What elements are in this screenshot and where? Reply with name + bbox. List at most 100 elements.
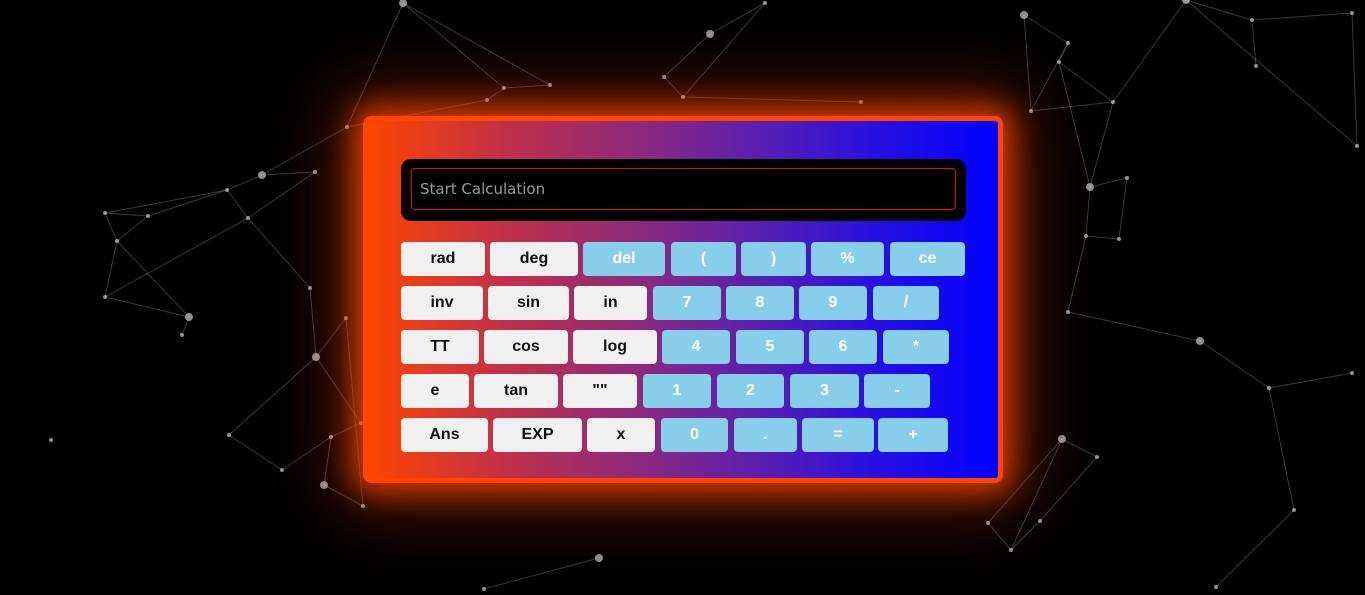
- network-node: [227, 433, 231, 437]
- network-link: [503, 84, 551, 89]
- clear-entry-button[interactable]: ce: [890, 242, 965, 276]
- network-node: [344, 316, 348, 320]
- ln-button[interactable]: in: [574, 286, 647, 320]
- network-link: [346, 2, 404, 128]
- calculator: rad deg del ( ) % ce inv sin in 7 8 9 / …: [363, 116, 1003, 483]
- network-node: [986, 521, 990, 525]
- subtract-button[interactable]: -: [864, 374, 930, 408]
- network-node: [312, 353, 320, 361]
- divide-button[interactable]: /: [873, 286, 939, 320]
- digit-8-button[interactable]: 8: [726, 286, 794, 320]
- network-link: [1061, 438, 1098, 458]
- digit-5-button[interactable]: 5: [736, 330, 804, 364]
- digit-0-button[interactable]: 0: [661, 418, 728, 452]
- network-node: [103, 211, 107, 215]
- multiply-button[interactable]: *: [883, 330, 949, 364]
- network-link: [104, 217, 249, 298]
- delete-button[interactable]: del: [583, 242, 665, 276]
- network-node: [1020, 11, 1028, 19]
- network-link: [1085, 235, 1120, 240]
- network-node: [185, 313, 193, 321]
- network-node: [1355, 144, 1359, 148]
- calculation-input[interactable]: [411, 168, 956, 210]
- network-link: [116, 240, 190, 318]
- network-link: [228, 434, 283, 471]
- digit-2-button[interactable]: 2: [717, 374, 784, 408]
- digit-1-button[interactable]: 1: [643, 374, 711, 408]
- network-node: [1350, 371, 1354, 375]
- network-link: [1112, 0, 1187, 103]
- network-node: [1350, 11, 1354, 15]
- network-link: [226, 189, 249, 219]
- inv-button[interactable]: inv: [401, 286, 483, 320]
- tan-button[interactable]: tan: [474, 374, 558, 408]
- network-link: [323, 484, 364, 507]
- digit-9-button[interactable]: 9: [799, 286, 867, 320]
- network-link: [663, 76, 684, 98]
- network-node: [1038, 519, 1042, 523]
- network-node: [1267, 386, 1271, 390]
- network-link: [1023, 14, 1032, 112]
- network-link: [1268, 372, 1353, 389]
- network-link: [987, 522, 1012, 551]
- pi-button[interactable]: TT: [401, 330, 479, 364]
- network-link: [1067, 235, 1087, 313]
- network-node: [49, 438, 53, 442]
- exp-button[interactable]: EXP: [493, 418, 582, 452]
- ans-button[interactable]: Ans: [401, 418, 488, 452]
- equals-button[interactable]: =: [802, 418, 874, 452]
- network-link: [1023, 14, 1069, 44]
- network-link: [247, 171, 316, 219]
- network-link: [402, 2, 551, 86]
- digit-4-button[interactable]: 4: [662, 330, 730, 364]
- network-node: [1057, 60, 1061, 64]
- network-link: [247, 217, 311, 289]
- percent-button[interactable]: %: [811, 242, 884, 276]
- network-node: [1084, 234, 1088, 238]
- network-link: [1058, 61, 1091, 188]
- open-paren-button[interactable]: (: [671, 242, 736, 276]
- network-node: [313, 170, 317, 174]
- network-link: [104, 296, 190, 318]
- network-link: [709, 2, 766, 35]
- network-link: [345, 317, 364, 507]
- decimal-button[interactable]: .: [734, 418, 797, 452]
- network-node: [1066, 310, 1070, 314]
- network-link: [1010, 438, 1063, 551]
- network-link: [486, 87, 505, 101]
- network-node: [225, 188, 229, 192]
- network-node: [706, 30, 714, 38]
- digit-3-button[interactable]: 3: [790, 374, 859, 408]
- network-node: [1196, 337, 1204, 345]
- rad-button[interactable]: rad: [401, 242, 485, 276]
- network-link: [1215, 509, 1295, 588]
- e-button[interactable]: e: [401, 374, 469, 408]
- network-node: [1117, 237, 1121, 241]
- network-node: [482, 587, 486, 591]
- sin-button[interactable]: sin: [488, 286, 569, 320]
- network-link: [1039, 456, 1098, 522]
- network-node: [308, 286, 312, 290]
- add-button[interactable]: +: [878, 418, 948, 452]
- network-link: [1185, 0, 1253, 21]
- x-button[interactable]: x: [587, 418, 655, 452]
- network-node: [1214, 585, 1218, 589]
- network-node: [859, 100, 863, 104]
- network-link: [228, 356, 317, 436]
- network-node: [180, 333, 184, 337]
- network-node: [1111, 100, 1115, 104]
- close-paren-button[interactable]: ): [741, 242, 806, 276]
- cos-button[interactable]: cos: [484, 330, 568, 364]
- network-node: [763, 1, 767, 5]
- network-node: [1029, 109, 1033, 113]
- log-button[interactable]: log: [573, 330, 657, 364]
- deg-button[interactable]: deg: [490, 242, 578, 276]
- network-link: [309, 287, 317, 358]
- network-node: [595, 554, 603, 562]
- network-node: [1058, 435, 1066, 443]
- digit-7-button[interactable]: 7: [653, 286, 721, 320]
- digit-6-button[interactable]: 6: [809, 330, 877, 364]
- quote-button[interactable]: "": [563, 374, 637, 408]
- network-link: [116, 215, 149, 242]
- network-link: [1089, 177, 1128, 188]
